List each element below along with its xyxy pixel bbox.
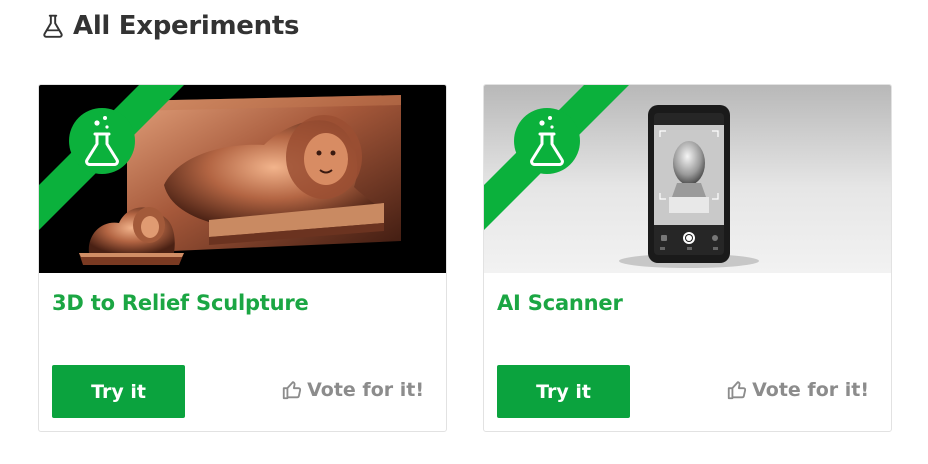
page-header: All Experiments xyxy=(40,9,299,43)
vote-label: Vote for it! xyxy=(752,379,869,401)
vote-label: Vote for it! xyxy=(307,379,424,401)
try-it-button[interactable]: Try it xyxy=(52,365,185,418)
experiment-card-relief: 3D to Relief Sculpture Try it Vote for i… xyxy=(38,84,447,432)
card-image-relief[interactable] xyxy=(39,85,446,273)
relief-sculpture-image xyxy=(39,85,446,273)
card-title[interactable]: 3D to Relief Sculpture xyxy=(52,291,309,315)
try-it-button[interactable]: Try it xyxy=(497,365,630,418)
card-image-scanner[interactable] xyxy=(484,85,891,273)
card-title[interactable]: AI Scanner xyxy=(497,291,623,315)
flask-icon xyxy=(43,14,63,38)
page-title: All Experiments xyxy=(73,11,300,41)
thumbs-up-icon xyxy=(727,381,747,400)
ai-scanner-image xyxy=(484,85,891,273)
thumbs-up-icon xyxy=(282,381,302,400)
experiment-card-scanner: AI Scanner Try it Vote for it! xyxy=(483,84,892,432)
vote-for-it-link[interactable]: Vote for it! xyxy=(726,379,869,401)
vote-for-it-link[interactable]: Vote for it! xyxy=(281,379,424,401)
